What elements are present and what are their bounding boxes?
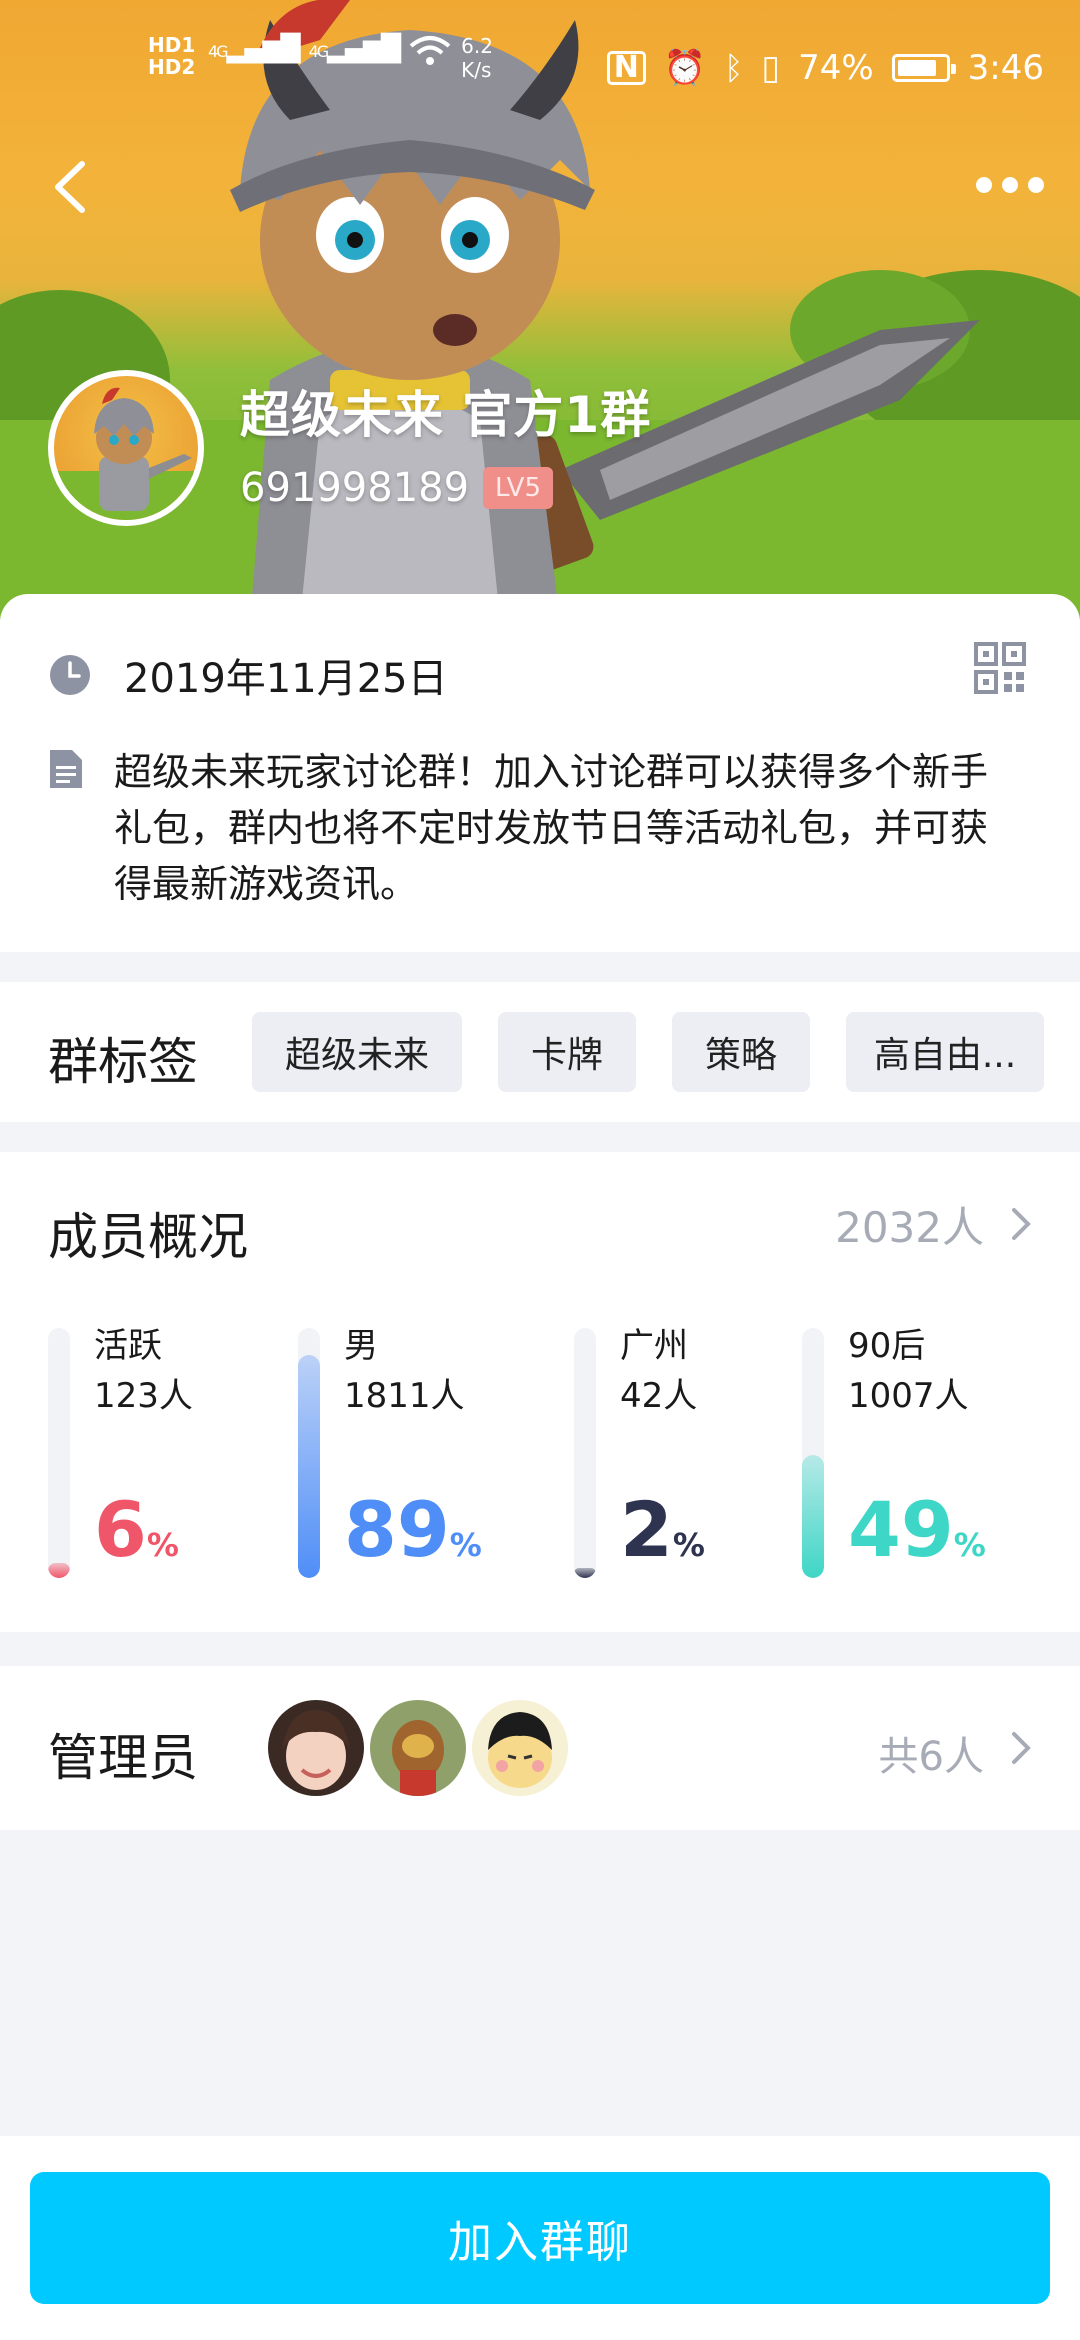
battery-icon (891, 54, 956, 82)
group-id: 691998189 (240, 465, 470, 511)
stat-percent: 89% (344, 1485, 482, 1574)
alarm-icon: ⏰ (663, 48, 707, 88)
stat-label: 活跃 (94, 1326, 162, 1366)
stat-label: 广州 (620, 1326, 688, 1366)
signal-icon: 4G▂▄▆█ (208, 34, 301, 64)
stat-bar-fill (574, 1568, 596, 1578)
tag-chip[interactable]: 高自由... (846, 1012, 1044, 1092)
stat-count: 1007人 (848, 1376, 969, 1416)
back-button[interactable] (40, 150, 100, 220)
stat-bar-fill (802, 1455, 824, 1578)
wifi-icon (409, 36, 451, 65)
tag-chip[interactable]: 超级未来 (252, 1012, 462, 1092)
chevron-right-icon (1012, 1208, 1031, 1240)
stat-bar-fill (298, 1355, 320, 1578)
avatar-knight-image (54, 387, 198, 520)
stat-percent: 2% (620, 1485, 705, 1574)
battery-percent: 74% (798, 48, 874, 88)
tags-title: 群标签 (48, 1033, 198, 1091)
network-speed: 6.2 K/s (461, 34, 493, 82)
bottom-bar: 加入群聊 (0, 2136, 1080, 2340)
join-group-button[interactable]: 加入群聊 (30, 2172, 1050, 2304)
avatar[interactable] (472, 1700, 568, 1796)
tag-chip[interactable]: 卡牌 (498, 1012, 636, 1092)
group-name: 超级未来 官方1群 (240, 386, 652, 444)
clock-time: 3:46 (967, 48, 1044, 88)
chevron-right-icon (1012, 1732, 1031, 1764)
group-avatar[interactable] (48, 370, 204, 526)
avatar[interactable] (268, 1700, 364, 1796)
bluetooth-icon: ᛒ (724, 49, 744, 87)
stat-label: 90后 (848, 1326, 926, 1366)
hd2-indicator: HD2 (148, 55, 196, 79)
group-tags-card: 群标签 超级未来 卡牌 策略 高自由... (0, 982, 1080, 1122)
more-dots-icon (976, 177, 992, 193)
stat-percent: 49% (848, 1485, 986, 1574)
signal-icon-2: 4G▂▄▆█ (308, 34, 402, 64)
members-overview-card[interactable]: 成员概况 2032人 活跃 123人 6% 男 1811人 89% 广州 42人… (0, 1152, 1080, 1632)
hd1-indicator: HD1 (148, 33, 196, 57)
admins-card[interactable]: 管理员 共6人 (0, 1666, 1080, 1830)
stat-count: 42人 (620, 1376, 698, 1416)
group-description: 超级未来玩家讨论群！加入讨论群可以获得多个新手礼包，群内也将不定时发放节日等活动… (114, 750, 989, 906)
document-icon (50, 750, 82, 788)
admin-avatar-image (472, 1700, 568, 1796)
stat-count: 123人 (94, 1376, 193, 1416)
admin-avatar-image (268, 1700, 364, 1796)
members-title: 成员概况 (48, 1208, 248, 1266)
level-badge: LV5 (483, 467, 554, 509)
stat-count: 1811人 (344, 1376, 465, 1416)
admins-total: 共6人 (878, 1734, 984, 1780)
admin-avatar-image (370, 1700, 466, 1796)
nfc-icon: N (606, 51, 646, 85)
group-info-card: 2019年11月25日 超级未来玩家讨论群！加入讨论群可以获得多个新手礼包，群内… (0, 594, 1080, 952)
clock-icon (50, 655, 90, 695)
stat-bar (298, 1328, 320, 1578)
qr-code-icon[interactable] (974, 642, 1026, 694)
admins-title: 管理员 (48, 1729, 198, 1787)
stat-bar (48, 1328, 70, 1578)
back-arrow-icon (55, 161, 85, 213)
more-options-button[interactable] (970, 160, 1050, 210)
stat-bar (574, 1328, 596, 1578)
group-cover: HD1 HD2 4G▂▄▆█ 4G▂▄▆█ 6.2 K/s N ⏰ ᛒ ▯ 74… (0, 0, 1080, 620)
stat-bar-fill (48, 1563, 70, 1578)
status-bar: HD1 HD2 4G▂▄▆█ 4G▂▄▆█ 6.2 K/s N ⏰ ᛒ ▯ 74… (0, 0, 1080, 130)
members-total: 2032人 (835, 1203, 984, 1252)
stat-bar (802, 1328, 824, 1578)
created-date: 2019年11月25日 (124, 656, 448, 702)
vibrate-icon: ▯ (761, 48, 781, 88)
avatar[interactable] (370, 1700, 466, 1796)
stat-label: 男 (344, 1326, 378, 1366)
tag-chip[interactable]: 策略 (672, 1012, 810, 1092)
stat-percent: 6% (94, 1485, 179, 1574)
